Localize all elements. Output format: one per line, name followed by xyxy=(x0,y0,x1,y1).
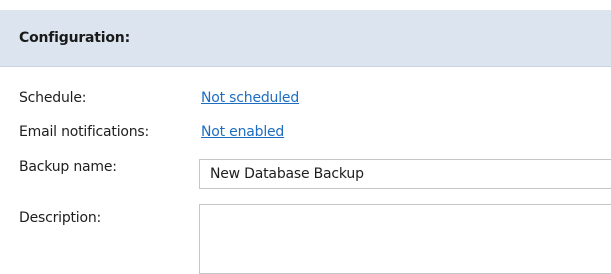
schedule-link[interactable]: Not scheduled xyxy=(201,90,299,106)
email-notifications-link[interactable]: Not enabled xyxy=(201,124,284,140)
backup-name-label: Backup name: xyxy=(19,159,117,175)
description-label: Description: xyxy=(19,210,102,226)
configuration-panel: Configuration: Schedule: Not scheduled E… xyxy=(0,0,611,274)
backup-name-input[interactable] xyxy=(199,159,611,189)
email-notifications-label: Email notifications: xyxy=(19,124,150,140)
configuration-header: Configuration: xyxy=(0,10,611,67)
configuration-title: Configuration: xyxy=(19,30,130,46)
description-textarea[interactable] xyxy=(199,204,611,274)
schedule-label: Schedule: xyxy=(19,90,87,106)
